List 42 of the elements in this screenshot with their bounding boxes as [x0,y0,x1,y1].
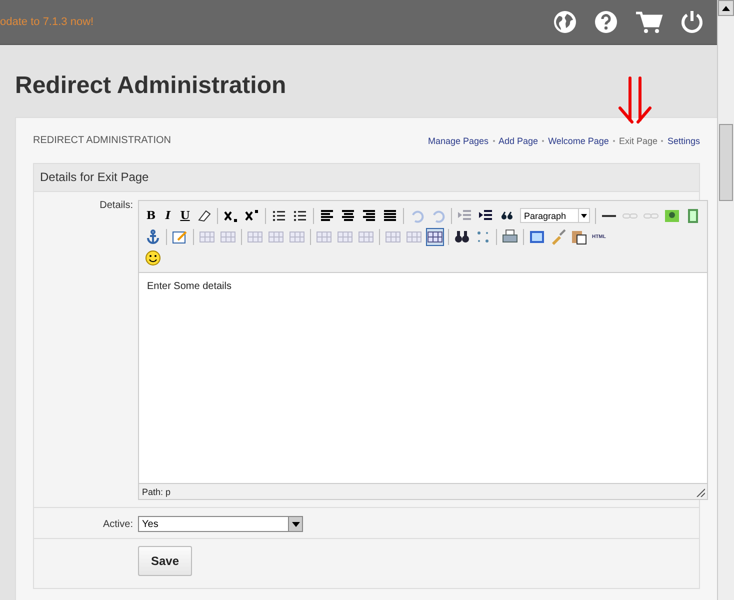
print-icon[interactable] [502,228,518,244]
format-select[interactable]: Paragraph [520,208,590,223]
cart-icon[interactable] [635,10,663,34]
editor-text-area[interactable]: Enter Some details [139,273,707,484]
dropdown-arrow-icon [292,522,300,526]
nav-link[interactable]: Welcome Page [548,136,609,146]
table-icon[interactable] [427,228,443,244]
field-label: Active: [102,518,133,530]
element-path: Path: p [142,487,171,497]
editor-content: Enter Some details [147,281,232,292]
page-title: Redirect Administration [15,71,286,101]
resize-handle-icon[interactable] [696,488,705,497]
nav-link[interactable]: Exit Page [618,136,658,146]
power-icon[interactable] [680,10,704,34]
help-icon[interactable] [594,10,618,34]
nav-separator [492,140,495,142]
preview-icon[interactable] [529,228,545,244]
scrollbar-thumb[interactable] [719,124,733,201]
panel-heading: REDIRECT ADMINISTRATION [33,135,171,146]
smiley-icon[interactable] [145,250,161,266]
scroll-up-arrow-icon[interactable] [722,6,730,10]
nav-link[interactable]: Add Page [498,136,538,146]
form-title: Details for Exit Page [34,164,699,192]
bold-button[interactable]: B [145,209,157,222]
dropdown-arrow-icon [581,214,587,218]
eraser-icon[interactable] [196,208,212,224]
find-icon[interactable] [454,228,470,244]
nav-separator [661,140,664,142]
image-icon[interactable] [664,208,680,224]
edit-icon[interactable] [172,228,188,244]
field-label: Details: [98,200,133,213]
italic-button[interactable]: I [162,209,174,222]
underline-button[interactable]: U [179,209,191,222]
globe-icon[interactable] [553,10,577,34]
scrollbar[interactable] [717,0,734,600]
save-button[interactable]: Save [138,546,192,576]
nav-link[interactable]: Settings [667,136,700,146]
anchor-icon[interactable] [145,228,161,244]
nav-separator [612,140,615,142]
active-select[interactable]: Yes [138,516,303,532]
nav-link[interactable]: Manage Pages [428,136,489,146]
nav-separator [542,140,544,142]
